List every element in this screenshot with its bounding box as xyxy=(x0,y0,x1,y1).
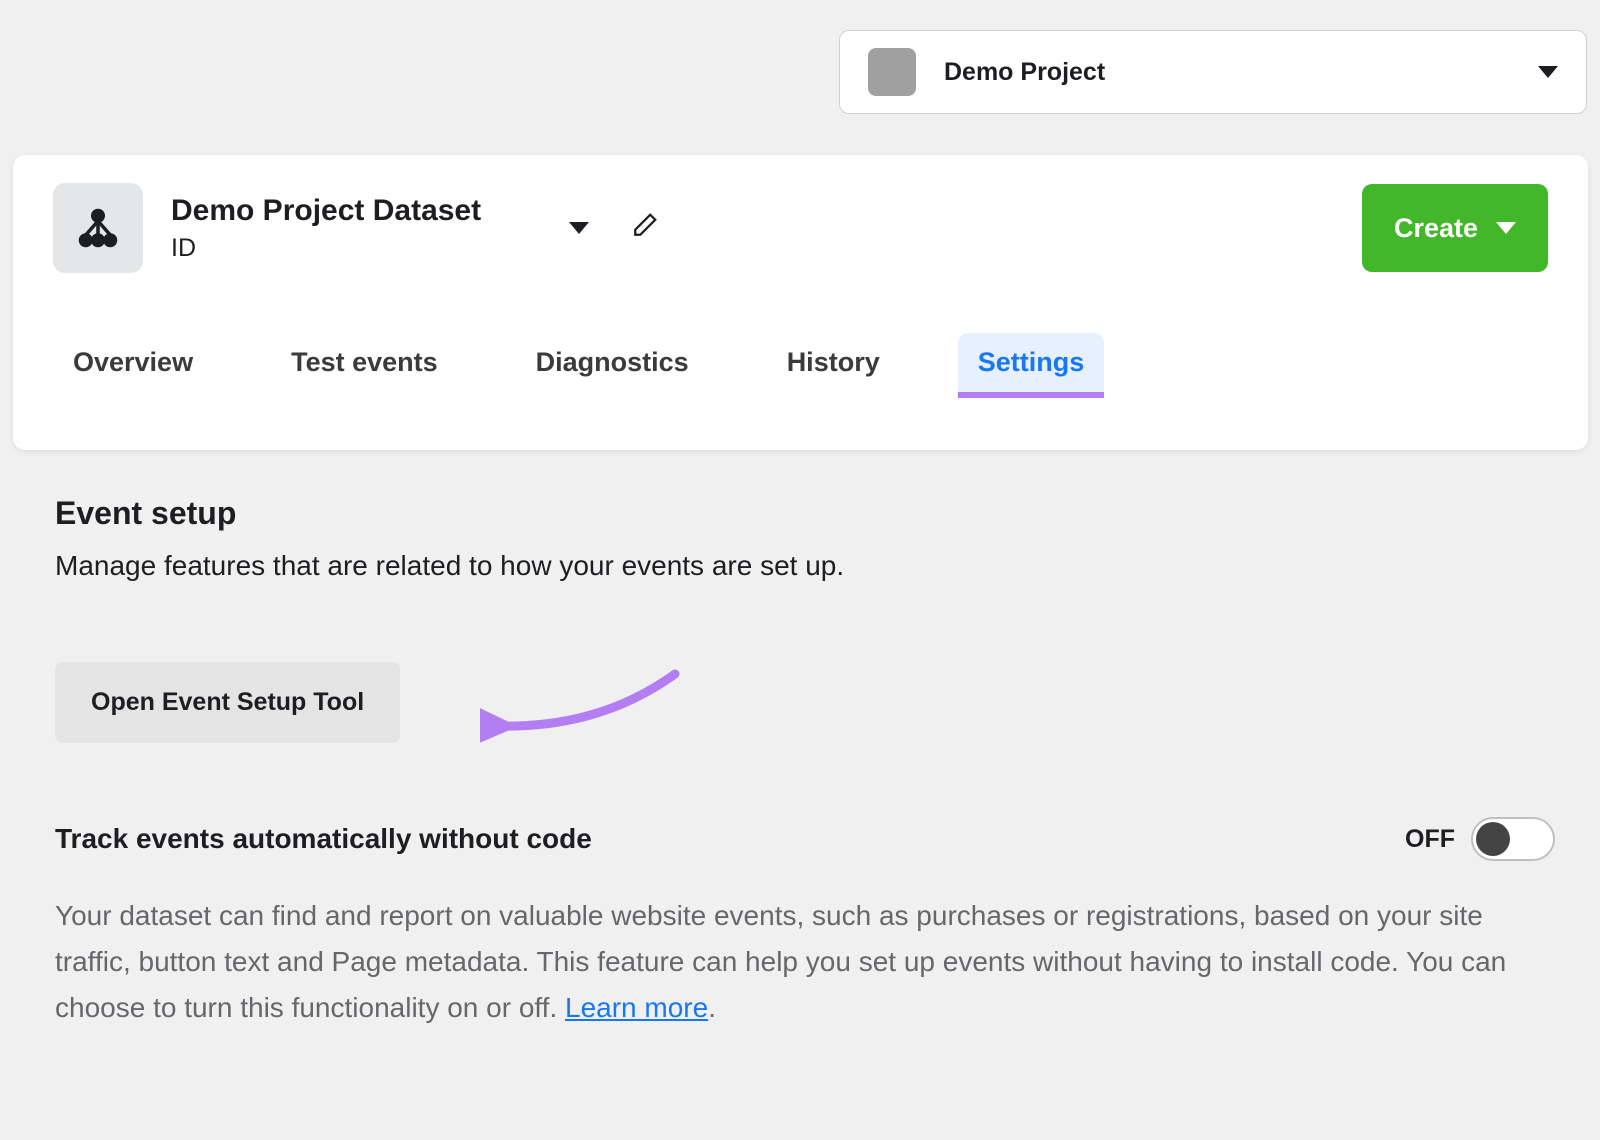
title-controls xyxy=(569,211,659,246)
tab-settings[interactable]: Settings xyxy=(958,333,1105,392)
dataset-title: Demo Project Dataset xyxy=(171,194,481,228)
auto-track-toggle-group: OFF xyxy=(1405,817,1555,861)
project-selector[interactable]: Demo Project xyxy=(839,30,1587,114)
open-event-setup-tool-button[interactable]: Open Event Setup Tool xyxy=(55,662,400,743)
chevron-down-icon xyxy=(1496,222,1516,234)
dataset-title-block: Demo Project Dataset ID xyxy=(171,194,481,263)
tab-test-events[interactable]: Test events xyxy=(271,333,458,392)
auto-track-row: Track events automatically without code … xyxy=(55,817,1555,861)
toggle-knob xyxy=(1476,822,1510,856)
auto-track-description: Your dataset can find and report on valu… xyxy=(55,893,1555,1032)
auto-track-desc-text: Your dataset can find and report on valu… xyxy=(55,900,1506,1023)
settings-content: Event setup Manage features that are rel… xyxy=(55,495,1555,1032)
tabs: Overview Test events Diagnostics History… xyxy=(13,273,1588,392)
project-name: Demo Project xyxy=(944,58,1510,87)
section-title: Event setup xyxy=(55,495,1555,532)
dataset-dropdown-icon[interactable] xyxy=(569,222,589,234)
create-button[interactable]: Create xyxy=(1362,184,1548,272)
dataset-card: Demo Project Dataset ID Create Overview … xyxy=(13,155,1588,450)
tab-diagnostics[interactable]: Diagnostics xyxy=(516,333,709,392)
tab-history[interactable]: History xyxy=(767,333,900,392)
dataset-icon xyxy=(53,183,143,273)
auto-track-desc-period: . xyxy=(708,992,716,1023)
edit-icon[interactable] xyxy=(629,211,659,246)
dataset-id-label: ID xyxy=(171,234,481,263)
learn-more-link[interactable]: Learn more xyxy=(565,992,708,1023)
dataset-header: Demo Project Dataset ID Create xyxy=(13,155,1588,273)
auto-track-label: Track events automatically without code xyxy=(55,823,592,855)
tab-overview[interactable]: Overview xyxy=(53,333,213,392)
chevron-down-icon xyxy=(1538,66,1558,78)
auto-track-toggle[interactable] xyxy=(1471,817,1555,861)
section-description: Manage features that are related to how … xyxy=(55,550,1555,582)
project-thumbnail xyxy=(868,48,916,96)
create-button-label: Create xyxy=(1394,213,1478,244)
auto-track-state: OFF xyxy=(1405,825,1455,854)
